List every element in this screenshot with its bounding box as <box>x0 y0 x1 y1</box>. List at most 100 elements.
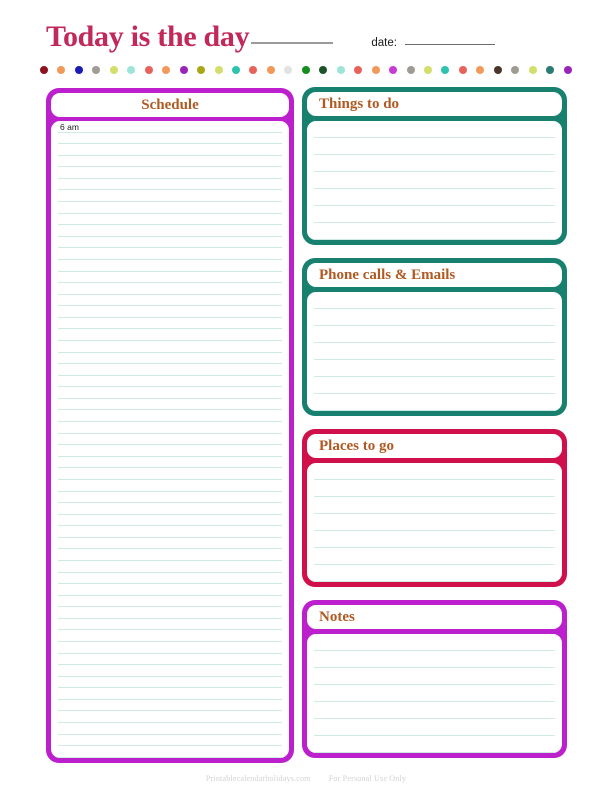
panel-places-to-go: Places to go <box>302 429 567 587</box>
rule-line <box>58 538 282 550</box>
rule-line <box>314 531 555 548</box>
decorative-dot <box>162 66 171 74</box>
rule-line <box>58 688 282 700</box>
schedule-first-time-label: 6 am <box>60 122 79 132</box>
decorative-dot <box>249 66 258 74</box>
rule-line <box>58 468 282 480</box>
rule-line <box>58 376 282 388</box>
panel-phone-calls-emails-title: Phone calls & Emails <box>319 266 456 283</box>
rule-line <box>314 736 555 753</box>
rule-line <box>58 260 282 272</box>
decorative-dot <box>144 66 153 74</box>
footer-site-name: Printablecalendarholidays.com <box>205 774 311 783</box>
panel-phone-calls-emails-body[interactable] <box>307 292 562 411</box>
decorative-dot <box>336 66 345 74</box>
decorative-dot <box>92 66 101 74</box>
rule-line <box>58 677 282 689</box>
rule-line <box>58 329 282 341</box>
rule-line <box>58 225 282 237</box>
rule-line <box>58 584 282 596</box>
page-title: Today is the day <box>46 20 250 53</box>
rule-line <box>58 607 282 619</box>
rule-line <box>58 179 282 191</box>
rule-line <box>314 565 555 582</box>
decorative-dot <box>266 66 275 74</box>
rule-line <box>58 642 282 654</box>
schedule-rule-lines <box>58 121 282 758</box>
rule-line <box>58 735 282 747</box>
rule-line <box>314 480 555 497</box>
rule-line <box>58 353 282 365</box>
panel-schedule: Schedule 6 am <box>46 88 294 763</box>
rule-line <box>58 526 282 538</box>
rule-line <box>314 138 555 155</box>
rule-line <box>58 144 282 156</box>
title-write-in-line[interactable] <box>251 42 334 44</box>
decorative-dot <box>109 66 118 74</box>
panel-things-to-do: Things to do <box>302 87 567 245</box>
panel-phone-calls-emails-header: Phone calls & Emails <box>307 263 562 287</box>
things-to-do-rule-lines <box>314 121 555 240</box>
title-row: Today is the day date: <box>46 22 566 52</box>
rule-line <box>58 503 282 515</box>
panel-notes-body[interactable] <box>307 634 562 753</box>
panel-things-to-do-title: Things to do <box>319 95 400 112</box>
decorative-dot <box>214 66 223 74</box>
rule-line <box>314 548 555 565</box>
panel-places-to-go-body[interactable] <box>307 463 562 582</box>
rule-line <box>314 668 555 685</box>
rule-line <box>314 719 555 736</box>
rule-line <box>58 133 282 145</box>
decorative-dot <box>406 66 415 74</box>
rule-line <box>58 306 282 318</box>
rule-line <box>314 326 555 343</box>
footer-usage-note: For Personal Use Only <box>328 774 407 783</box>
date-input-line[interactable] <box>404 44 495 45</box>
rule-line <box>58 387 282 399</box>
rule-line <box>58 156 282 168</box>
panel-schedule-body[interactable]: 6 am <box>51 121 289 758</box>
rule-line <box>314 343 555 360</box>
decorative-dot <box>127 66 136 74</box>
panel-notes-title: Notes <box>319 608 355 625</box>
notes-rule-lines <box>314 634 555 753</box>
phone-calls-rule-lines <box>314 292 555 411</box>
rule-line <box>58 399 282 411</box>
panel-schedule-title: Schedule <box>141 96 199 113</box>
rule-line <box>314 377 555 394</box>
rule-line <box>58 341 282 353</box>
rule-line <box>314 309 555 326</box>
decorative-dot <box>476 66 485 74</box>
rule-line <box>58 190 282 203</box>
rule-line <box>314 292 555 309</box>
rule-line <box>314 702 555 719</box>
decorative-dot <box>511 66 520 74</box>
panel-places-to-go-title: Places to go <box>319 437 394 454</box>
rule-line <box>58 272 282 284</box>
rule-line <box>314 121 555 138</box>
rule-line <box>314 206 555 223</box>
decorative-dot <box>319 66 328 74</box>
decorative-dot <box>57 66 66 74</box>
rule-line <box>58 445 282 457</box>
rule-line <box>58 746 282 758</box>
rule-line <box>314 685 555 702</box>
rule-line <box>58 248 282 260</box>
rule-line <box>58 654 282 666</box>
decorative-dot <box>284 66 293 74</box>
footer: Printablecalendarholidays.com For Person… <box>0 774 612 783</box>
panel-phone-calls-emails: Phone calls & Emails <box>302 258 567 416</box>
rule-line <box>58 619 282 631</box>
rule-line <box>58 515 282 527</box>
rule-line <box>314 155 555 172</box>
rule-line <box>58 700 282 712</box>
rule-line <box>58 480 282 492</box>
panel-things-to-do-body[interactable] <box>307 121 562 240</box>
decorative-dot <box>301 66 310 74</box>
rule-line <box>58 596 282 608</box>
rule-line <box>58 295 282 307</box>
rule-line <box>314 514 555 531</box>
rule-line <box>314 497 555 514</box>
date-label: date: <box>371 37 397 49</box>
panel-things-to-do-header: Things to do <box>307 92 562 116</box>
